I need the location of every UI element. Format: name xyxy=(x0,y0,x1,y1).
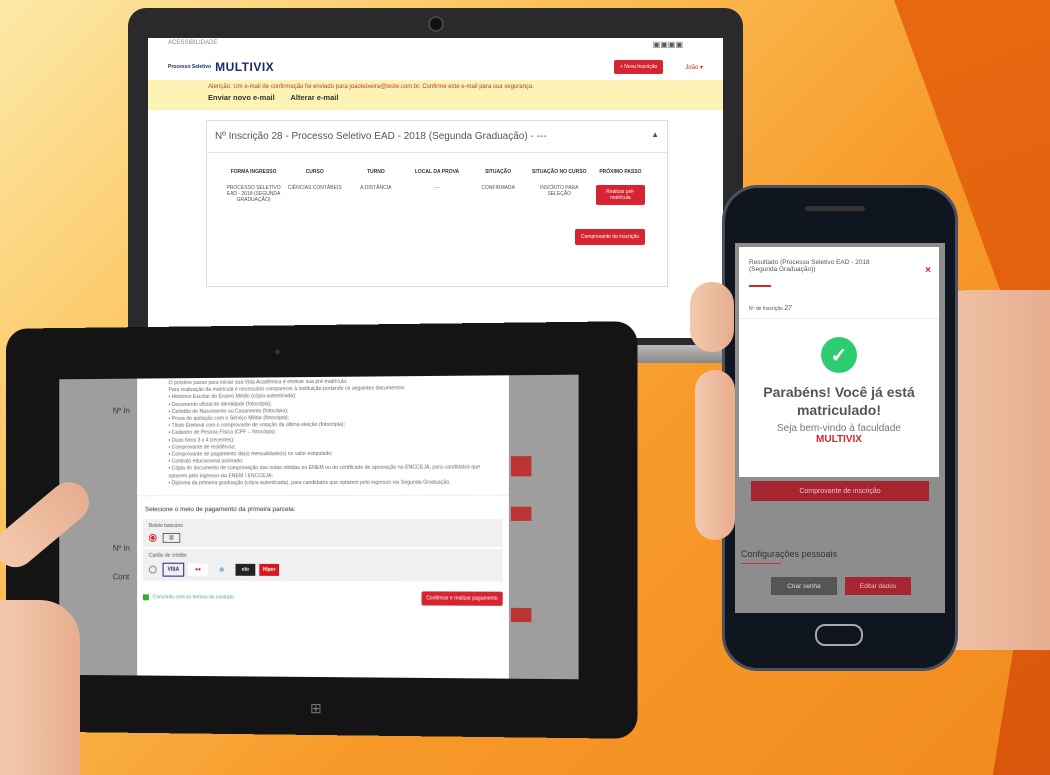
barcode-icon: ||| xyxy=(162,533,181,543)
check-circle-icon: ✓ xyxy=(821,337,857,373)
card-radio[interactable] xyxy=(148,565,157,574)
chevron-up-icon[interactable]: ▲ xyxy=(651,130,659,139)
close-icon[interactable]: × xyxy=(925,265,931,276)
receipt-button[interactable]: Comprovante de inscrição xyxy=(574,229,645,245)
home-button[interactable] xyxy=(815,624,863,646)
enrollment-number: Nº de Inscrição 27 xyxy=(739,299,939,319)
bg-label-2: Nº In xyxy=(112,543,130,553)
result-title: Resultado (Processo Seletivo EAD - 2018 … xyxy=(749,259,870,273)
multivix-logo[interactable]: MULTIVIX xyxy=(215,60,274,74)
tablet-screen: Nº In Nº In Cont O próximo passo para in… xyxy=(59,374,579,680)
phone-receipt-button[interactable]: Comprovante de inscrição xyxy=(751,481,929,501)
user-menu[interactable]: João ▾ xyxy=(685,64,703,71)
fingers xyxy=(695,370,735,540)
diners-icon[interactable]: ◎ xyxy=(212,564,232,576)
hand-palm xyxy=(0,600,80,775)
top-bar: ACESSIBILIDADE ▣▣▣▣ xyxy=(148,38,723,54)
site-header: Processo Seletivo MULTIVIX + Nova Inscri… xyxy=(148,54,723,80)
enrollment-details: FORMA INGRESSO PROCESSO SELETIVO EAD - 20… xyxy=(207,153,667,205)
result-modal: Resultado (Processo Seletivo EAD - 2018 … xyxy=(739,247,939,477)
pre-enrollment-button[interactable]: Realizar pré-matrícula xyxy=(595,185,645,205)
welcome-message: Seja bem-vindo à faculdade xyxy=(777,423,901,434)
social-icons[interactable]: ▣▣▣▣ xyxy=(653,40,683,49)
edit-data-button[interactable]: Editar dados xyxy=(845,577,911,595)
thumb xyxy=(690,282,734,352)
col-situacao-curso: SITUAÇÃO NO CURSO INSCRITO PARA SELEÇÃO xyxy=(532,169,587,197)
congrats-message: Parabéns! Você já está matriculado! xyxy=(763,384,915,418)
background-page-right xyxy=(508,374,579,680)
laptop-device: ACESSIBILIDADE ▣▣▣▣ Processo Seletivo MU… xyxy=(128,8,743,353)
boleto-option[interactable]: Boleto bancário ||| xyxy=(143,518,503,548)
visa-icon[interactable]: VISA xyxy=(162,562,185,577)
phone-screen: Resultado (Processo Seletivo EAD - 2018 … xyxy=(735,243,945,613)
windows-logo-icon[interactable]: ⊞ xyxy=(310,700,322,717)
accessibility-link[interactable]: ACESSIBILIDADE xyxy=(168,40,217,46)
tablet-camera xyxy=(275,349,281,355)
col-local: LOCAL DA PROVA --- xyxy=(414,169,460,191)
bg-label-3: Cont xyxy=(112,572,130,582)
confirm-payment-button[interactable]: Confirmar e realizar pagamento xyxy=(421,591,503,606)
phone-speaker xyxy=(805,206,865,211)
col-curso: CURSO CIÊNCIAS CONTÁBEIS xyxy=(287,169,342,191)
enrollment-card: Nº Inscrição 28 - Processo Seletivo EAD … xyxy=(206,120,668,287)
mastercard-icon[interactable]: ●● xyxy=(188,563,208,576)
settings-underline xyxy=(741,563,781,564)
new-enrollment-button[interactable]: + Nova Inscrição xyxy=(613,60,664,74)
bg-label: Nº In xyxy=(112,406,130,416)
tablet-device: Nº In Nº In Cont O próximo passo para in… xyxy=(6,321,638,739)
email-alert: Atenção: Um e-mail de confirmação foi en… xyxy=(148,80,723,110)
phone-device: Resultado (Processo Seletivo EAD - 2018 … xyxy=(722,185,958,671)
title-underline xyxy=(749,285,771,287)
hipercard-icon[interactable]: Hiper xyxy=(259,563,280,576)
col-forma: FORMA INGRESSO PROCESSO SELETIVO EAD - 20… xyxy=(226,169,281,203)
create-password-button[interactable]: Criar senha xyxy=(771,577,837,595)
document-list: O próximo passo para iniciar sua Vida Ac… xyxy=(168,378,481,487)
col-proximo-passo: PRÓXIMO PASSO Realizar pré-matrícula xyxy=(590,169,651,205)
alert-text: Atenção: Um e-mail de confirmação foi en… xyxy=(208,84,534,90)
col-situacao: SITUAÇÃO CONFIRMADA xyxy=(481,169,515,191)
logo-subtitle: Processo Seletivo xyxy=(168,64,212,70)
elo-icon[interactable]: elo xyxy=(235,563,256,576)
credit-card-option[interactable]: Cartão de crédito VISA ●● ◎ elo Hiper xyxy=(143,548,503,582)
terms-agree[interactable]: Concordo com os termos do contrato Confi… xyxy=(137,582,509,613)
enrollment-title[interactable]: Nº Inscrição 28 - Processo Seletivo EAD … xyxy=(207,121,667,153)
laptop-screen: ACESSIBILIDADE ▣▣▣▣ Processo Seletivo MU… xyxy=(148,38,723,338)
payment-modal: O próximo passo para iniciar sua Vida Ac… xyxy=(137,375,509,679)
settings-heading: Configurações pessoais xyxy=(741,549,838,559)
laptop-camera xyxy=(428,16,444,32)
col-turno: TURNO A DISTÂNCIA xyxy=(360,169,392,191)
checkbox-checked-icon[interactable] xyxy=(143,594,149,601)
brand-name: MULTIVIX xyxy=(816,434,862,445)
change-email-link[interactable]: Alterar e-mail xyxy=(291,93,339,102)
payment-title: Selecione o meio de pagamento da primeir… xyxy=(137,494,509,518)
boleto-radio[interactable] xyxy=(148,534,157,542)
resend-email-link[interactable]: Enviar novo e-mail xyxy=(208,93,275,102)
